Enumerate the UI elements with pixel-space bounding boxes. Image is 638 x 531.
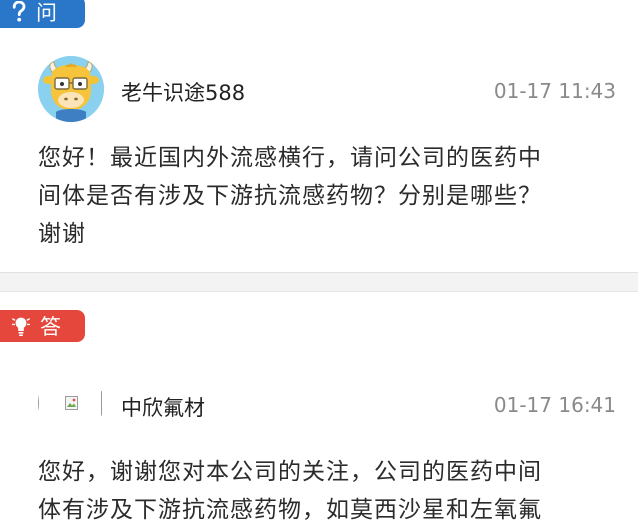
cow-cartoon-avatar <box>38 56 104 122</box>
company-username[interactable]: 中欣氟材 <box>121 392 205 422</box>
answer-text: 您好，谢谢您对本公司的关注，公司的医药中间 体有涉及下游抗流感药物，如莫西沙星和… <box>38 459 542 523</box>
question-mark-icon <box>12 1 26 23</box>
answer-timestamp: 01-17 16:41 <box>493 393 616 417</box>
lightbulb-icon <box>12 315 30 337</box>
question-text: 您好！最近国内外流感横行，请问公司的医药中 间体是否有涉及下游抗流感药物？分别是… <box>38 145 542 247</box>
avatar-frame-left <box>38 391 39 417</box>
question-timestamp: 01-17 11:43 <box>493 79 616 103</box>
answer-tag-label: 答 <box>40 315 62 339</box>
broken-image-icon <box>65 396 78 410</box>
answer-tag: 答 <box>0 310 85 342</box>
asker-avatar[interactable] <box>38 56 104 122</box>
section-divider <box>0 272 638 292</box>
avatar-frame-right <box>101 391 102 417</box>
qa-page: 问 老牛识途588 01-17 11:43 您好！最近国内外流感横行，请问公司的… <box>0 0 638 531</box>
company-avatar[interactable] <box>38 370 104 436</box>
asker-username[interactable]: 老牛识途588 <box>121 77 245 107</box>
question-tag-label: 问 <box>36 1 58 25</box>
question-tag: 问 <box>0 0 85 28</box>
